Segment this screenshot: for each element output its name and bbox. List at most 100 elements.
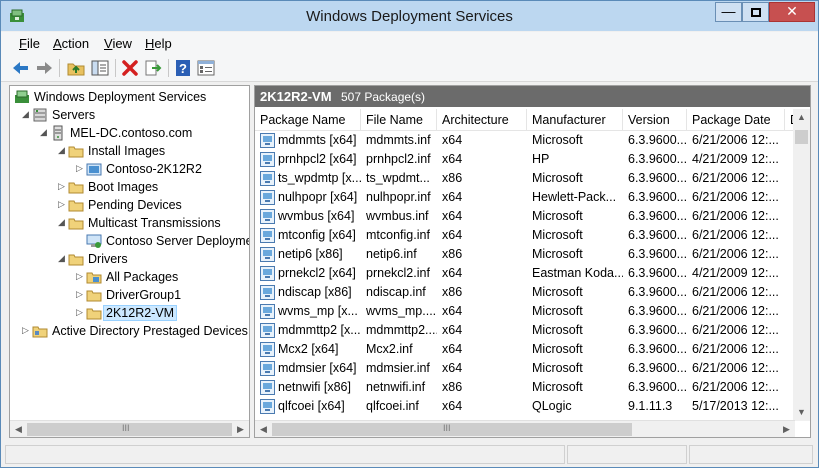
menu-file[interactable]: File bbox=[19, 36, 40, 51]
scroll-up-icon[interactable]: ▲ bbox=[793, 109, 810, 126]
folder-icon bbox=[68, 215, 84, 231]
tree-item[interactable]: ▷ Contoso-2K12R2 bbox=[10, 160, 249, 178]
table-row[interactable]: Mcx2 [x64] Mcx2.inf x64 Microsoft 6.3.9600..… bbox=[255, 340, 795, 359]
driver-package-icon bbox=[260, 380, 275, 395]
tree-item[interactable]: Windows Deployment Services bbox=[10, 88, 249, 106]
scroll-thumb[interactable] bbox=[795, 130, 808, 144]
table-row[interactable]: mdmmttp2 [x... mdmmttp2.... x64 Microsoft 6.… bbox=[255, 321, 795, 340]
menu-action[interactable]: Action bbox=[53, 36, 89, 51]
scroll-left-icon[interactable]: ◀ bbox=[255, 421, 272, 437]
table-cell: 6/21/2006 12:... bbox=[692, 285, 779, 299]
table-row[interactable]: mdmsier [x64] mdmsier.inf x64 Microsoft 6.3.… bbox=[255, 359, 795, 378]
column-header[interactable]: Manufacturer bbox=[527, 109, 623, 131]
collapsed-arrow-icon[interactable]: ▷ bbox=[76, 164, 84, 173]
tree-item[interactable]: ▷ Boot Images bbox=[10, 178, 249, 196]
table-cell: ts_wpdmtp [x... bbox=[278, 171, 361, 185]
column-header[interactable]: Package Date bbox=[687, 109, 785, 131]
tree-item[interactable]: ◢ Multicast Transmissions bbox=[10, 214, 249, 232]
tree-item-label: Multicast Transmissions bbox=[88, 216, 221, 230]
column-header[interactable]: Version bbox=[623, 109, 687, 131]
details-pane: 2K12R2-VM 507 Package(s) Package Name Fil… bbox=[254, 85, 811, 438]
driver-package-icon bbox=[260, 399, 275, 414]
list-horizontal-scrollbar[interactable]: ◀ III ▶ bbox=[255, 420, 795, 437]
table-row[interactable]: wvmbus [x64] wvmbus.inf x64 Microsoft 6.3.96… bbox=[255, 207, 795, 226]
table-row[interactable]: qlfcoei [x64] qlfcoei.inf x64 QLogic 9.1.11.… bbox=[255, 397, 795, 416]
forward-icon[interactable] bbox=[34, 58, 54, 78]
tree-item-label: Servers bbox=[52, 108, 96, 122]
wds-icon bbox=[14, 89, 30, 105]
scroll-left-icon[interactable]: ◀ bbox=[10, 421, 27, 437]
table-row[interactable]: wvms_mp [x... wvms_mp.... x64 Microsoft 6.3.… bbox=[255, 302, 795, 321]
column-header[interactable]: Package Name bbox=[255, 109, 361, 131]
collapsed-arrow-icon[interactable]: ▷ bbox=[76, 290, 84, 299]
column-header[interactable]: File Name bbox=[361, 109, 437, 131]
table-row[interactable]: netip6 [x86] netip6.inf x86 Microsoft 6.3.96… bbox=[255, 245, 795, 264]
expanded-arrow-icon[interactable]: ◢ bbox=[40, 128, 48, 137]
tree-item-label: Windows Deployment Services bbox=[34, 90, 207, 104]
table-cell: x64 bbox=[442, 266, 463, 280]
maximize-icon bbox=[750, 8, 761, 17]
collapsed-arrow-icon[interactable]: ▷ bbox=[58, 182, 66, 191]
show-hide-tree-icon[interactable] bbox=[90, 58, 110, 78]
back-icon[interactable] bbox=[11, 58, 31, 78]
table-cell: mdmmttp2 [x... bbox=[278, 323, 361, 337]
scroll-thumb[interactable] bbox=[272, 423, 632, 436]
collapsed-arrow-icon[interactable]: ▷ bbox=[58, 200, 66, 209]
collapsed-arrow-icon[interactable]: ▷ bbox=[76, 308, 84, 317]
close-button[interactable]: ✕ bbox=[769, 2, 815, 22]
menu-help[interactable]: Help bbox=[145, 36, 172, 51]
folder-icon bbox=[68, 251, 84, 267]
tree-item[interactable]: ◢ Install Images bbox=[10, 142, 249, 160]
expanded-arrow-icon[interactable]: ◢ bbox=[58, 146, 66, 155]
tree-horizontal-scrollbar[interactable]: ◀ III ▶ bbox=[10, 420, 249, 437]
scroll-right-icon[interactable]: ▶ bbox=[232, 421, 249, 437]
table-cell: prnekcl2 [x64] bbox=[278, 266, 356, 280]
properties-icon[interactable] bbox=[196, 58, 216, 78]
collapsed-arrow-icon[interactable]: ▷ bbox=[22, 326, 30, 335]
table-row[interactable]: prnhpcl2 [x64] prnhpcl2.inf x64 HP 6.3.9600.… bbox=[255, 150, 795, 169]
tree-item[interactable]: ▷ DriverGroup1 bbox=[10, 286, 249, 304]
scroll-right-icon[interactable]: ▶ bbox=[778, 421, 795, 437]
tree-item[interactable]: ▷ Pending Devices bbox=[10, 196, 249, 214]
tree-item-label: Active Directory Prestaged Devices bbox=[52, 324, 248, 338]
table-row[interactable]: netnwifi [x86] netnwifi.inf x86 Microsoft 6.… bbox=[255, 378, 795, 397]
table-cell: 6.3.9600... bbox=[628, 285, 687, 299]
table-row[interactable]: prnekcl2 [x64] prnekcl2.inf x64 Eastman Kod… bbox=[255, 264, 795, 283]
delete-icon[interactable] bbox=[120, 58, 140, 78]
menu-file-mnemonic: F bbox=[19, 36, 27, 51]
table-cell: x64 bbox=[442, 190, 463, 204]
menu-view[interactable]: View bbox=[104, 36, 132, 51]
driver-package-icon bbox=[260, 247, 275, 262]
table-row[interactable]: mdmmts [x64] mdmmts.inf x64 Microsoft 6.3.96… bbox=[255, 131, 795, 150]
list-vertical-scrollbar[interactable]: ▲ ▼ bbox=[793, 109, 810, 421]
minimize-button[interactable]: — bbox=[715, 2, 742, 22]
tree-item[interactable]: ◢ Servers bbox=[10, 106, 249, 124]
help-icon[interactable]: ? bbox=[173, 58, 193, 78]
title-bar[interactable]: Windows Deployment Services — ✕ bbox=[1, 1, 818, 31]
tree-item[interactable]: ◢ MEL-DC.contoso.com bbox=[10, 124, 249, 142]
table-cell: x86 bbox=[442, 247, 463, 261]
column-header[interactable]: Architecture bbox=[437, 109, 527, 131]
export-icon[interactable] bbox=[143, 58, 163, 78]
tree-item[interactable]: ▷ Active Directory Prestaged Devices bbox=[10, 322, 249, 340]
table-row[interactable]: nulhpopr [x64] nulhpopr.inf x64 Hewlett-Pac… bbox=[255, 188, 795, 207]
expanded-arrow-icon[interactable]: ◢ bbox=[58, 218, 66, 227]
tree-item-label: DriverGroup1 bbox=[106, 288, 182, 302]
tree-item[interactable]: ◢ Drivers bbox=[10, 250, 249, 268]
table-cell: 6/21/2006 12:... bbox=[692, 361, 779, 375]
expanded-arrow-icon[interactable]: ◢ bbox=[58, 254, 66, 263]
expanded-arrow-icon[interactable]: ◢ bbox=[22, 110, 30, 119]
ad-folder-icon bbox=[32, 323, 48, 339]
scroll-down-icon[interactable]: ▼ bbox=[793, 404, 810, 421]
tree-item[interactable]: ▷ 2K12R2-VM bbox=[10, 304, 249, 322]
up-folder-icon[interactable] bbox=[66, 58, 86, 78]
table-row[interactable]: mtconfig [x64] mtconfig.inf x64 Microsoft 6.… bbox=[255, 226, 795, 245]
table-row[interactable]: ndiscap [x86] ndiscap.inf x86 Microsoft 6.3.… bbox=[255, 283, 795, 302]
tree-item[interactable]: Contoso Server Deployme bbox=[10, 232, 249, 250]
maximize-button[interactable] bbox=[742, 2, 769, 22]
tree-item[interactable]: ▷ All Packages bbox=[10, 268, 249, 286]
table-cell: 6.3.9600... bbox=[628, 266, 687, 280]
console-tree[interactable]: Windows Deployment Services ◢ Servers ◢ MEL-… bbox=[9, 85, 250, 438]
table-row[interactable]: ts_wpdmtp [x... ts_wpdmt... x86 Microsoft 6.… bbox=[255, 169, 795, 188]
collapsed-arrow-icon[interactable]: ▷ bbox=[76, 272, 84, 281]
